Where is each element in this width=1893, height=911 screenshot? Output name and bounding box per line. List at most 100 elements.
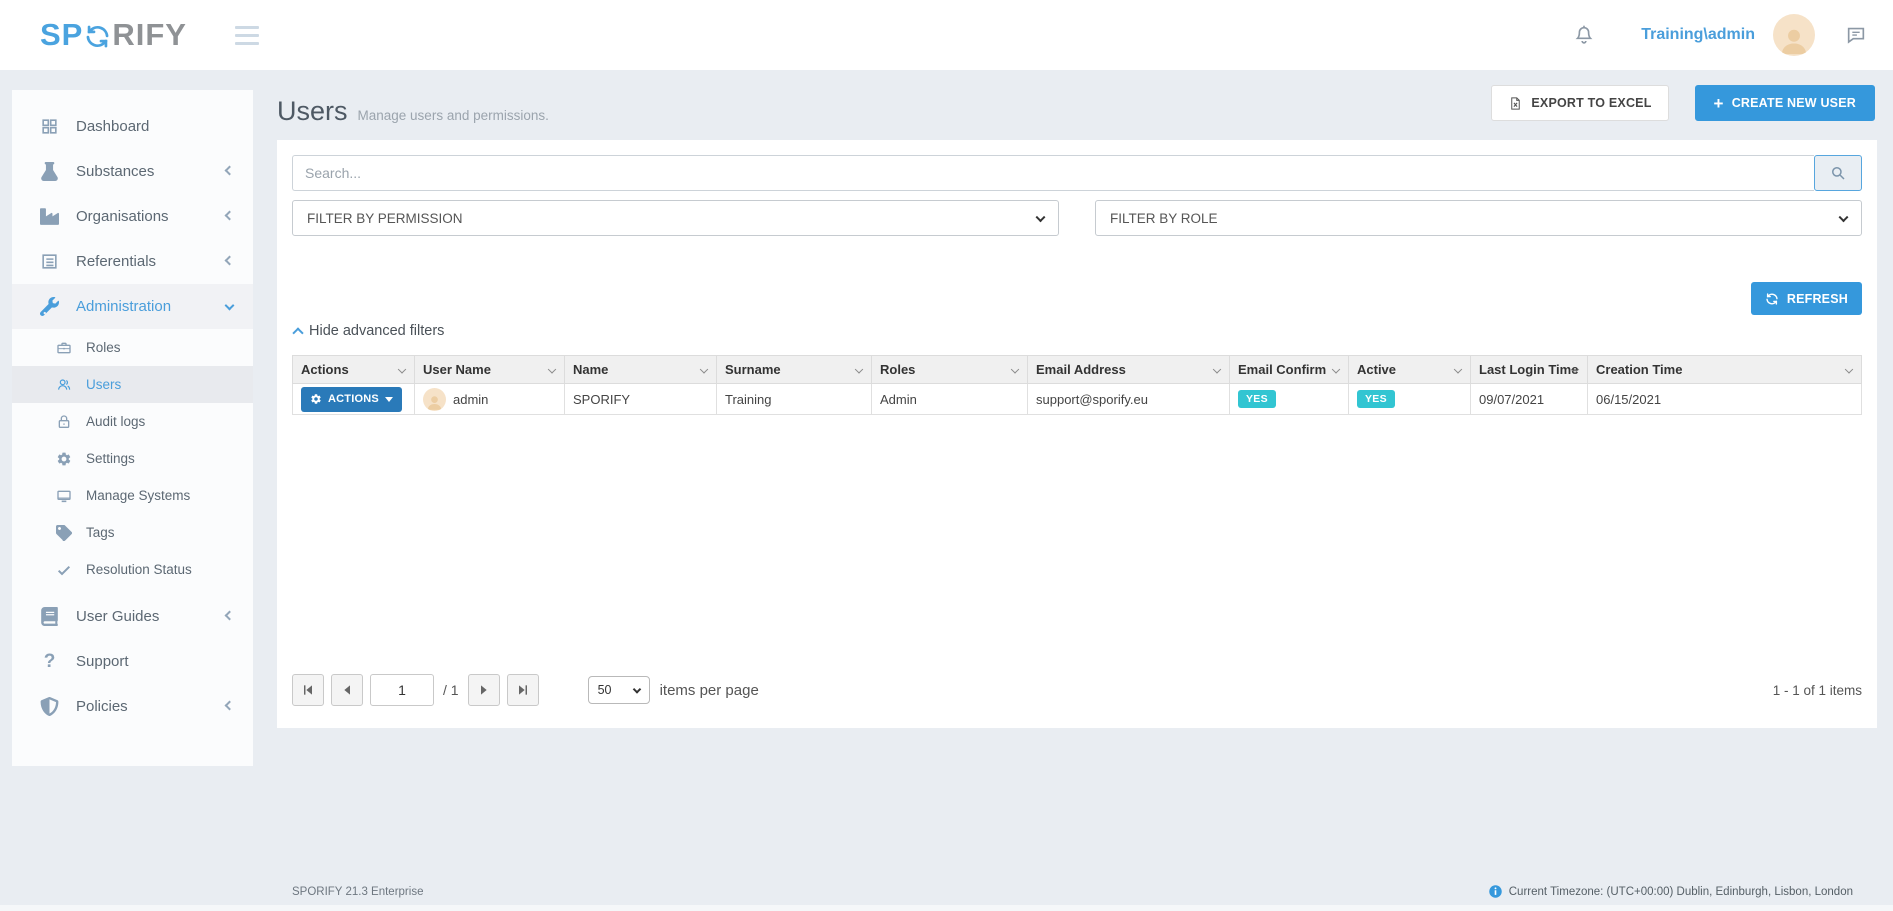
column-header-roles[interactable]: Roles (872, 356, 1028, 384)
chevron-down-icon[interactable] (1454, 365, 1462, 373)
info-icon (1488, 884, 1503, 899)
menu-toggle-icon[interactable] (235, 26, 259, 45)
sidebar-item-users[interactable]: Users (12, 366, 253, 403)
export-to-excel-button[interactable]: EXPORT TO EXCEL (1491, 85, 1668, 121)
book-icon (40, 607, 59, 626)
sidebar-item-tags[interactable]: Tags (12, 514, 253, 551)
column-header-name[interactable]: Name (565, 356, 717, 384)
chevron-down-icon (632, 685, 640, 693)
sidebar-item-label: Policies (76, 698, 128, 715)
page-size-select[interactable]: 50 (588, 676, 650, 704)
column-header-last-login-time[interactable]: Last Login Time (1471, 356, 1588, 384)
sidebar-item-dashboard[interactable]: Dashboard (12, 104, 253, 149)
cell-last-login-time: 09/07/2021 (1471, 384, 1588, 415)
sidebar-item-label: Roles (86, 340, 121, 355)
chevron-down-icon[interactable] (855, 365, 863, 373)
column-header-creation-time[interactable]: Creation Time (1588, 356, 1862, 384)
column-header-user-name[interactable]: User Name (415, 356, 565, 384)
sidebar-item-label: Referentials (76, 253, 156, 270)
cell-surname: Training (717, 384, 872, 415)
sidebar-item-roles[interactable]: Roles (12, 329, 253, 366)
sidebar-item-policies[interactable]: Policies (12, 684, 253, 729)
row-avatar (423, 388, 446, 411)
next-page-button[interactable] (468, 674, 500, 706)
refresh-button[interactable]: REFRESH (1751, 282, 1862, 315)
sidebar-item-audit-logs[interactable]: Audit logs (12, 403, 253, 440)
page-number-input[interactable] (370, 674, 434, 706)
caret-down-icon (385, 397, 393, 402)
sidebar-item-referentials[interactable]: Referentials (12, 239, 253, 284)
chat-icon[interactable] (1845, 24, 1867, 46)
page-subtitle: Manage users and permissions. (358, 108, 549, 123)
top-header: SPRIFY Training\admin (0, 0, 1893, 70)
question-icon: ? (40, 652, 59, 671)
sidebar-item-resolution-status[interactable]: Resolution Status (12, 551, 253, 588)
cell-email-address: support@sporify.eu (1028, 384, 1230, 415)
search-button[interactable] (1814, 155, 1862, 191)
column-header-email-confirm[interactable]: Email Confirm (1230, 356, 1349, 384)
current-user-link[interactable]: Training\admin (1641, 26, 1755, 44)
last-page-icon (515, 682, 531, 698)
avatar[interactable] (1773, 14, 1815, 56)
sidebar-item-substances[interactable]: Substances (12, 149, 253, 194)
previous-page-button[interactable] (331, 674, 363, 706)
page-title: Users (277, 96, 348, 127)
filter-by-role-select[interactable]: FILTER BY ROLE (1095, 200, 1862, 236)
column-header-email-address[interactable]: Email Address (1028, 356, 1230, 384)
flask-icon (40, 162, 59, 181)
sidebar-item-label: Manage Systems (86, 488, 190, 503)
row-actions-button[interactable]: ACTIONS (301, 387, 402, 412)
sporify-logo[interactable]: SPRIFY (40, 17, 187, 53)
column-header-active[interactable]: Active (1349, 356, 1471, 384)
cell-user-name: admin (415, 384, 565, 415)
chevron-down-icon[interactable] (1332, 365, 1340, 373)
chevron-down-icon[interactable] (548, 365, 556, 373)
gear-icon (56, 451, 72, 467)
bell-icon[interactable] (1573, 24, 1595, 46)
plus-icon: + (1714, 95, 1724, 112)
chevron-down-icon (1839, 212, 1849, 222)
status-badge: YES (1238, 390, 1276, 408)
refresh-icon (1765, 292, 1779, 306)
sidebar-item-label: Users (86, 377, 121, 392)
previous-page-icon (339, 682, 355, 698)
filter-row: FILTER BY PERMISSION FILTER BY ROLE (292, 200, 1862, 236)
sidebar-item-label: Support (76, 653, 129, 670)
page-head: Users Manage users and permissions. (277, 96, 549, 127)
factory-icon (40, 207, 59, 226)
sidebar-item-organisations[interactable]: Organisations (12, 194, 253, 239)
sidebar-item-administration[interactable]: Administration (12, 284, 253, 329)
column-header-surname[interactable]: Surname (717, 356, 872, 384)
chevron-down-icon[interactable] (398, 365, 406, 373)
shield-icon (40, 697, 59, 716)
chevron-down-icon[interactable] (700, 365, 708, 373)
create-new-user-button[interactable]: + CREATE NEW USER (1695, 85, 1875, 121)
first-page-icon (300, 682, 316, 698)
chevron-down-icon (1036, 212, 1046, 222)
logo-text-left: SP (40, 17, 83, 53)
sidebar-item-support[interactable]: ? Support (12, 639, 253, 684)
last-page-button[interactable] (507, 674, 539, 706)
items-per-page-label: items per page (660, 682, 759, 699)
column-header-actions[interactable]: Actions (293, 356, 415, 384)
filter-by-permission-select[interactable]: FILTER BY PERMISSION (292, 200, 1059, 236)
sidebar-item-user-guides[interactable]: User Guides (12, 594, 253, 639)
list-icon (40, 252, 59, 271)
chevron-down-icon[interactable] (1011, 365, 1019, 373)
page-footer: SPORIFY 21.3 Enterprise Current Timezone… (292, 884, 1853, 899)
page-head-actions: EXPORT TO EXCEL + CREATE NEW USER (1491, 85, 1875, 121)
users-icon (56, 377, 72, 393)
hide-advanced-filters-toggle[interactable]: Hide advanced filters (294, 323, 444, 339)
chevron-down-icon[interactable] (1213, 365, 1221, 373)
grid-icon (40, 117, 59, 136)
sidebar-item-label: User Guides (76, 608, 159, 625)
chevron-down-icon (225, 300, 235, 310)
first-page-button[interactable] (292, 674, 324, 706)
logo-refresh-icon (84, 22, 111, 49)
chevron-left-icon (225, 700, 235, 710)
sidebar-item-manage-systems[interactable]: Manage Systems (12, 477, 253, 514)
sidebar-item-settings[interactable]: Settings (12, 440, 253, 477)
search-input[interactable] (292, 155, 1814, 191)
chevron-down-icon[interactable] (1845, 365, 1853, 373)
refresh-row: REFRESH (1751, 282, 1862, 315)
